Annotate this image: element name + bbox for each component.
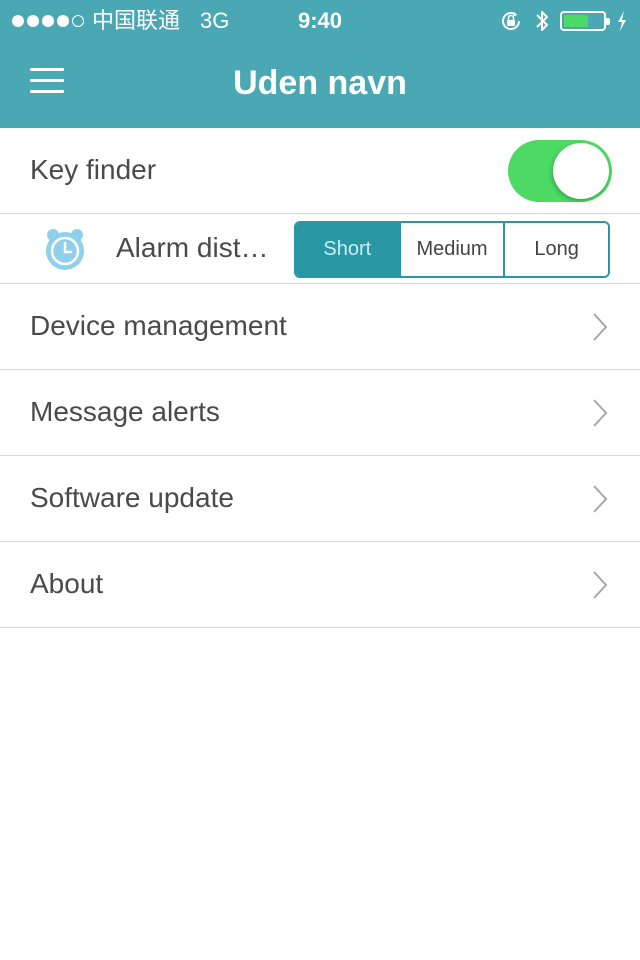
- battery-level: [564, 15, 588, 27]
- menu-item-label: Message alerts: [30, 396, 220, 427]
- key-finder-label: Key finder: [30, 154, 157, 185]
- status-bar: 中国联通 3G 9:40: [0, 0, 640, 40]
- menu-item-label: Device management: [30, 310, 287, 341]
- charging-icon: [618, 11, 626, 31]
- chevron-right-icon: [593, 485, 608, 513]
- menu-item-label: Software update: [30, 482, 234, 513]
- menu-item-about[interactable]: About: [0, 542, 640, 628]
- menu-item-label: About: [30, 568, 104, 599]
- app-header: 中国联通 3G 9:40 Uden navn: [0, 0, 640, 128]
- alarm-distance-label: Alarm dist…: [116, 232, 269, 263]
- toggle-knob: [553, 143, 609, 199]
- status-right: [498, 8, 628, 34]
- rotation-lock-icon: [502, 12, 521, 30]
- alarm-clock-icon: [46, 229, 84, 270]
- alarm-distance-row: Alarm dist… Short Medium Long: [0, 214, 640, 284]
- segment-medium[interactable]: Medium: [398, 223, 504, 276]
- chevron-right-icon: [593, 313, 608, 341]
- key-finder-row: Key finder: [0, 128, 640, 214]
- chevron-right-icon: [593, 399, 608, 427]
- key-finder-toggle[interactable]: [508, 140, 612, 202]
- menu-item-software-update[interactable]: Software update: [0, 456, 640, 542]
- navigation-bar: Uden navn: [0, 40, 640, 128]
- alarm-distance-segmented-control: Short Medium Long: [294, 221, 610, 278]
- bluetooth-icon: [536, 11, 548, 31]
- segment-long[interactable]: Long: [503, 223, 608, 276]
- page-title: Uden navn: [233, 64, 407, 102]
- chevron-right-icon: [593, 571, 608, 599]
- segment-short[interactable]: Short: [296, 223, 399, 276]
- menu-item-device-management[interactable]: Device management: [0, 284, 640, 370]
- menu-item-message-alerts[interactable]: Message alerts: [0, 370, 640, 456]
- battery-icon: [560, 11, 610, 31]
